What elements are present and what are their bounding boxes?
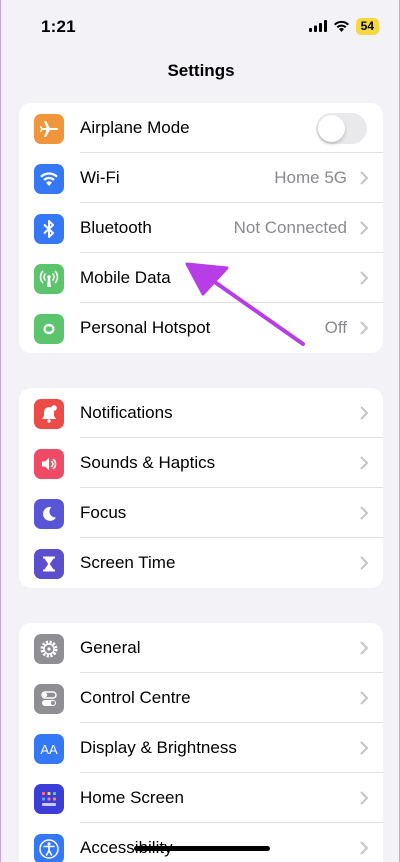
wifi-icon [34, 164, 64, 194]
row-label: Screen Time [80, 553, 176, 572]
bluetooth-icon [34, 214, 64, 244]
row-label: Notifications [80, 403, 173, 422]
chevron-right-icon [360, 406, 369, 420]
chevron-right-icon [360, 221, 369, 235]
bell-icon [34, 399, 64, 429]
row-bluetooth[interactable]: Bluetooth Not Connected [19, 203, 383, 253]
row-control-centre[interactable]: Control Centre [19, 673, 383, 723]
wifi-status-icon [333, 20, 349, 32]
status-indicators: 54 [308, 17, 379, 35]
chevron-right-icon [360, 171, 369, 185]
chevron-right-icon [360, 506, 369, 520]
row-general[interactable]: General [19, 623, 383, 673]
chevron-right-icon [360, 321, 369, 335]
row-value: Not Connected [233, 218, 347, 237]
antenna-icon [34, 264, 64, 294]
settings-group-notifications: Notifications Sounds & Haptics Focus Scr… [19, 388, 383, 588]
battery-indicator: 54 [355, 17, 379, 35]
row-label: Mobile Data [80, 268, 171, 287]
row-sounds-haptics[interactable]: Sounds & Haptics [19, 438, 383, 488]
toggles-icon [34, 684, 64, 714]
row-label: General [80, 638, 141, 657]
row-label: Sounds & Haptics [80, 453, 216, 472]
chevron-right-icon [360, 271, 369, 285]
airplane-mode-toggle[interactable] [316, 113, 367, 144]
chevron-right-icon [360, 641, 369, 655]
status-time: 1:21 [41, 17, 76, 36]
airplane-icon [34, 114, 64, 144]
moon-icon [34, 499, 64, 529]
grid-icon [34, 784, 64, 814]
row-label: Focus [80, 503, 127, 522]
row-airplane-mode[interactable]: Airplane Mode [19, 103, 383, 153]
speaker-icon [34, 449, 64, 479]
row-home-screen[interactable]: Home Screen [19, 773, 383, 823]
home-indicator[interactable] [134, 846, 270, 851]
annotation-arrow-icon [185, 262, 305, 346]
status-bar: 1:21 54 [1, 0, 400, 50]
row-label: Accessibility [80, 838, 173, 857]
row-value: Off [324, 318, 347, 337]
row-label: Wi-Fi [80, 168, 120, 187]
page-title: Settings [167, 61, 235, 80]
row-value: Home 5G [274, 168, 347, 187]
chevron-right-icon [360, 791, 369, 805]
row-label: Home Screen [80, 788, 184, 807]
toggle-knob [318, 115, 345, 142]
text-size-icon: AA [34, 734, 64, 764]
row-label: Bluetooth [80, 218, 152, 237]
chevron-right-icon [360, 691, 369, 705]
accessibility-icon [34, 834, 64, 862]
row-screen-time[interactable]: Screen Time [19, 538, 383, 588]
chevron-right-icon [360, 741, 369, 755]
chevron-right-icon [360, 841, 369, 855]
row-notifications[interactable]: Notifications [19, 388, 383, 438]
settings-group-general: General Control Centre AA Display & Brig… [19, 623, 383, 862]
chevron-right-icon [360, 456, 369, 470]
text-size-glyph: AA [40, 741, 58, 757]
row-accessibility[interactable]: Accessibility [19, 823, 383, 862]
chevron-right-icon [360, 556, 369, 570]
hourglass-icon [34, 549, 64, 579]
row-label: Control Centre [80, 688, 191, 707]
row-focus[interactable]: Focus [19, 488, 383, 538]
row-label: Display & Brightness [80, 738, 237, 757]
gear-icon [34, 634, 64, 664]
row-display-brightness[interactable]: AA Display & Brightness [19, 723, 383, 773]
row-label: Airplane Mode [80, 118, 190, 137]
cellular-signal-icon [308, 20, 327, 32]
row-wifi[interactable]: Wi-Fi Home 5G [19, 153, 383, 203]
hotspot-icon [34, 314, 64, 344]
